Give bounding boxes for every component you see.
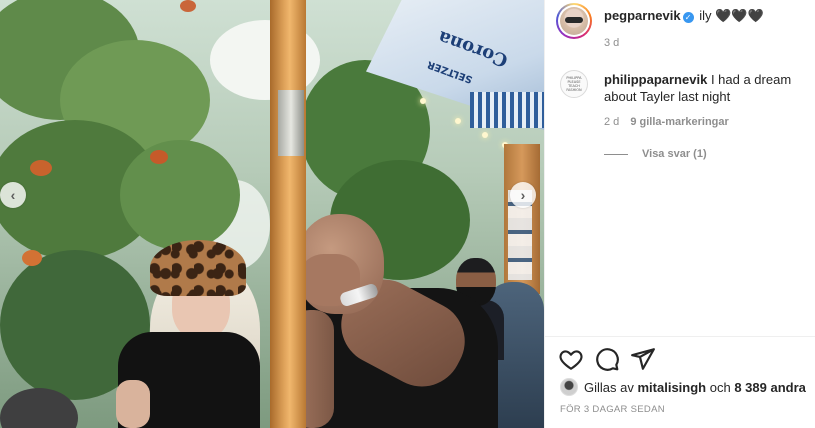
likes-prefix: Gillas av <box>584 379 634 395</box>
prev-photo-button[interactable]: ‹ <box>0 182 26 208</box>
share-icon[interactable] <box>630 346 656 372</box>
woman-arm <box>116 380 150 428</box>
post-caption: pegparnevik ✓ ily 🖤🖤🖤 <box>604 8 804 24</box>
comment-icon[interactable] <box>594 346 620 372</box>
chevron-left-icon: ‹ <box>10 187 16 203</box>
parasol-pole <box>270 0 306 428</box>
liker-avatar[interactable] <box>560 378 578 396</box>
commenter-avatar[interactable]: PHILIPPA PLEASE TEACH FASHION <box>560 70 588 98</box>
view-replies-label: Visa svar (1) <box>642 148 707 160</box>
next-photo-button[interactable]: › <box>510 182 536 208</box>
heart-icon[interactable] <box>558 346 584 372</box>
likes-summary: Gillas av mitalisingh och 8 389 andra <box>560 378 806 396</box>
divider <box>544 336 815 337</box>
red-leaf <box>180 0 196 12</box>
view-replies-button[interactable]: Visa svar (1) <box>604 148 707 160</box>
author-avatar-image <box>560 7 588 35</box>
likes-others[interactable]: 8 389 andra <box>734 380 806 395</box>
string-light <box>482 132 488 138</box>
replies-line <box>604 153 628 155</box>
chevron-right-icon: › <box>520 187 526 203</box>
liker-username[interactable]: mitalisingh <box>637 380 706 395</box>
post-sidebar <box>544 0 815 428</box>
red-leaf <box>30 160 52 176</box>
verified-icon: ✓ <box>682 12 694 23</box>
post-timestamp[interactable]: FÖR 3 DAGAR SEDAN <box>560 404 665 415</box>
string-light <box>455 118 461 124</box>
author-avatar[interactable] <box>556 3 592 39</box>
pole-band <box>278 90 304 156</box>
red-leaf <box>22 250 42 266</box>
red-leaf <box>150 150 168 164</box>
leopard-hat <box>150 240 246 296</box>
comment: philippaparnevik I had a dream about Tay… <box>604 71 804 105</box>
author-username[interactable]: pegparnevik <box>604 8 681 23</box>
comment-time[interactable]: 2 d <box>604 116 619 128</box>
comment-meta: 2 d 9 gilla-markeringar <box>604 116 729 128</box>
commenter-username[interactable]: philippaparnevik <box>604 72 707 87</box>
post-photo[interactable]: Corona SELTZER ‹ › <box>0 0 544 428</box>
likes-conj: och <box>709 379 731 395</box>
caption-text: ily 🖤🖤🖤 <box>699 8 764 23</box>
string-light <box>420 98 426 104</box>
comment-likes[interactable]: 9 gilla-markeringar <box>630 116 728 128</box>
parasol-stripe <box>470 92 544 128</box>
foliage <box>120 140 240 250</box>
caption-time[interactable]: 3 d <box>604 37 619 49</box>
